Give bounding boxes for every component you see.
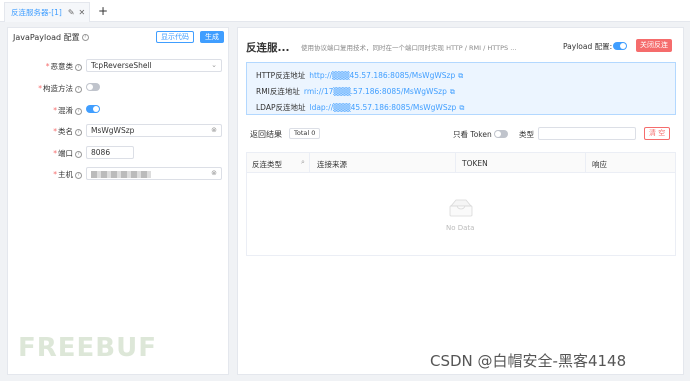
search-icon[interactable]: ⌕ xyxy=(301,158,305,167)
column-header-response: 响应 xyxy=(592,160,607,169)
panel-title: 反连服... xyxy=(246,42,290,54)
http-address-row: HTTP反连地址 http://▒▒▒45.57.186:8085/MsWgWSz… xyxy=(256,71,464,80)
table-header: 反连类型 ⌕ 连接来源 TOKEN 响应 xyxy=(247,153,675,173)
help-icon: ? xyxy=(75,150,82,158)
help-icon: ? xyxy=(75,107,82,115)
form-row-class-name: *类名? MsWgWSzp ⊗ xyxy=(8,124,230,138)
empty-inbox-icon xyxy=(449,199,473,217)
help-icon: ? xyxy=(75,85,82,93)
results-label: 返回结果 xyxy=(250,130,282,139)
reverse-address-box: HTTP反连地址 http://▒▒▒45.57.186:8085/MsWgWSz… xyxy=(246,62,676,115)
column-header-type: 反连类型 xyxy=(252,160,282,169)
type-label: 类型 xyxy=(519,130,534,139)
chevron-down-icon: ⌄ xyxy=(211,61,217,69)
form-row-malicious-class: *恶意类? TcpReverseShell ⌄ xyxy=(8,59,230,73)
tab-reverse-server[interactable]: 反连服务器-[1] ✎ ✕ xyxy=(4,2,90,22)
results-toolbar: 返回结果 Total 0 只看 Token 类型 清 空 xyxy=(238,126,685,140)
ldap-address-row: LDAP反连地址 ldap://▒▒▒45.57.186:8085/MsWgWSz… xyxy=(256,103,465,112)
token-only-label: 只看 Token xyxy=(453,130,492,139)
clear-button[interactable]: 清 空 xyxy=(644,127,671,140)
form-row-host: *主机? ⊗ xyxy=(8,167,230,181)
class-name-input[interactable]: MsWgWSzp ⊗ xyxy=(86,124,222,137)
token-only-toggle[interactable] xyxy=(494,130,508,138)
add-tab-button[interactable]: + xyxy=(98,4,108,18)
clear-icon[interactable]: ⊗ xyxy=(211,125,217,136)
reverse-server-panel: 反连服... 使用协议端口复用技术，同时在一个端口同时实现 HTTP / RMI… xyxy=(237,27,684,375)
malicious-class-select[interactable]: TcpReverseShell ⌄ xyxy=(86,59,222,72)
tab-label: 反连服务器-[1] xyxy=(11,8,62,17)
form-row-obfuscate: *混淆? xyxy=(8,103,230,117)
copy-icon[interactable]: ⧉ xyxy=(458,72,463,80)
panel-description: 使用协议端口复用技术，同时在一个端口同时实现 HTTP / RMI / HTTP… xyxy=(301,44,517,52)
clear-icon[interactable]: ⊗ xyxy=(211,168,217,179)
redacted-host xyxy=(91,170,151,178)
panel-title: JavaPayload 配置? xyxy=(13,32,89,43)
column-header-token: TOKEN xyxy=(462,159,488,168)
help-icon: ? xyxy=(75,63,82,71)
payload-config-panel: JavaPayload 配置? 显示代码 生成 *恶意类? TcpReverse… xyxy=(7,27,229,375)
type-filter-input[interactable] xyxy=(538,127,636,140)
freebuf-watermark: FREEBUF xyxy=(18,333,157,363)
column-header-source: 连接来源 xyxy=(317,160,347,169)
copy-icon[interactable]: ⧉ xyxy=(459,104,464,112)
results-table: 反连类型 ⌕ 连接来源 TOKEN 响应 No Data xyxy=(246,152,676,256)
payload-config-toggle[interactable] xyxy=(613,42,627,50)
rmi-address-row: RMI反连地址 rmi://17▒▒▒.57.186:8085/MsWgWSzp ⧉ xyxy=(256,87,455,96)
edit-icon[interactable]: ✎ xyxy=(68,8,75,17)
copy-icon[interactable]: ⧉ xyxy=(450,88,455,96)
payload-config-label: Payload 配置: xyxy=(563,42,613,51)
total-badge: Total 0 xyxy=(289,128,321,139)
help-icon: ? xyxy=(75,171,82,179)
port-input[interactable]: 8086 xyxy=(86,146,134,159)
csdn-watermark: CSDN @白帽安全-黑客4148 xyxy=(430,352,627,370)
close-icon[interactable]: ✕ xyxy=(79,8,86,17)
host-input[interactable]: ⊗ xyxy=(86,167,222,180)
tab-bar: 反连服务器-[1] ✎ ✕ + xyxy=(0,0,690,22)
form-row-construct-method: *构造方法? xyxy=(8,81,230,95)
obfuscate-toggle[interactable] xyxy=(86,105,100,113)
help-icon: ? xyxy=(75,128,82,136)
rmi-address-link[interactable]: rmi://17▒▒▒.57.186:8085/MsWgWSzp xyxy=(304,87,447,96)
construct-method-toggle[interactable] xyxy=(86,83,100,91)
empty-text: No Data xyxy=(446,224,475,232)
help-icon: ? xyxy=(81,34,89,41)
http-address-link[interactable]: http://▒▒▒45.57.186:8085/MsWgWSzp xyxy=(309,71,455,80)
form-row-port: *端口? 8086 xyxy=(8,146,230,160)
close-reverse-button[interactable]: 关闭反连 xyxy=(636,39,672,52)
ldap-address-link[interactable]: ldap://▒▒▒45.57.186:8085/MsWgWSzp xyxy=(309,103,456,112)
generate-button[interactable]: 生成 xyxy=(200,31,224,43)
show-code-button[interactable]: 显示代码 xyxy=(156,31,194,43)
